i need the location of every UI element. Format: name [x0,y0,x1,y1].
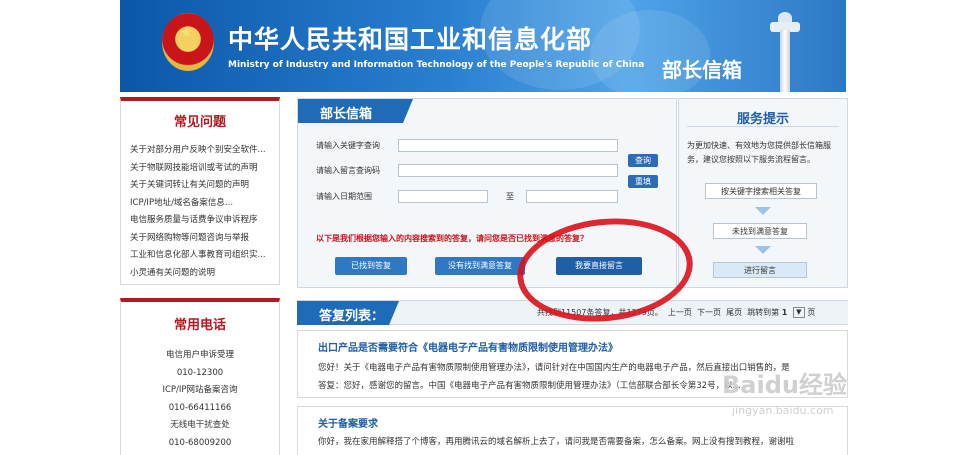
phone-label: 无线电干扰查处 [170,420,230,430]
date-start-input[interactable] [398,190,488,203]
arrow-down-icon [755,207,771,215]
faq-link[interactable]: 关于对部分用户反映个别安全软件... [130,142,279,160]
phones-title: 常用电话 [173,318,226,333]
section-title: 部长信箱 [662,58,742,82]
phone-number: 010-12300 [176,367,224,378]
watermark-main: Baidu经验 [722,371,847,399]
site-subtitle: Ministry of Industry and Information Tec… [228,60,645,70]
huabiao-pillar-icon [770,8,800,92]
phone-label: ICP/IP网站备案咨询 [162,385,238,395]
faq-link[interactable]: 小灵通有关问题的说明 [130,265,279,283]
faq-link[interactable]: 关于网络购物等问题咨询与举报 [130,230,279,248]
phone-number: 010-66411166 [168,402,232,413]
found-answer-button[interactable]: 已找到答复 [335,257,407,275]
prev-page-link[interactable]: 上一页 [668,308,692,317]
next-page-link[interactable]: 下一页 [697,308,721,317]
faq-link[interactable]: 关于物联网技能培训或考试的声明 [130,160,279,178]
keyword-input[interactable] [398,139,618,152]
site-header: ★ 中华人民共和国工业和信息化部 Ministry of Industry an… [120,0,846,92]
faq-link[interactable]: 工业和信息化部人事教育司组织实... [130,247,279,265]
service-description: 为更加快速、有效地为您提供部长信箱服务，建议您按照以下服务流程留言。 [687,141,831,164]
date-label: 请输入日期范围 [316,192,372,201]
code-input[interactable] [398,164,618,177]
search-button[interactable]: 查询 [628,154,658,167]
watermark-url: jingyan.baidu.com [732,404,834,417]
not-found-button[interactable]: 没有找到满意答复 [435,257,525,275]
last-page-link[interactable]: 尾页 [726,308,742,317]
page-suffix: 页 [807,308,816,317]
phone-label: 电信用户申诉受理 [165,350,234,360]
step-leave-message: 进行留言 [713,262,807,278]
answer-title-link[interactable]: 关于备案要求 [318,415,378,430]
step-search: 按关键字搜索相关答复 [705,183,817,199]
answer-list-tab: 答复列表： [297,301,399,325]
minister-tab: 部长信箱 [298,99,413,123]
date-end-input[interactable] [526,190,618,203]
faq-link[interactable]: 关于关键词转让有关问题的声明 [130,177,279,195]
service-tips-panel: 服务提示 为更加快速、有效地为您提供部长信箱服务，建议您按照以下服务流程留言。 … [678,98,848,288]
site-title[interactable]: 中华人民共和国工业和信息化部 [228,20,592,56]
divider [687,126,839,127]
page: ★ 中华人民共和国工业和信息化部 Ministry of Industry an… [0,0,960,455]
keyword-label: 请输入关键字查询 [316,141,380,150]
service-title: 服务提示 [736,112,789,127]
reset-button[interactable]: 重填 [628,175,658,188]
answer-question: 你好，我在家用解释搭了个博客，再用腾讯云的域名解析上去了，请问我是否需要备案，怎… [318,437,795,447]
faq-title: 常见问题 [173,115,226,130]
baidu-watermark: Baidu经验 jingyan.baidu.com [722,365,852,425]
phones-panel: 常用电话 电信用户申诉受理 010-12300 ICP/IP网站备案咨询 010… [120,298,280,455]
faq-link[interactable]: 电信服务质量与话费争议申诉程序 [130,212,279,230]
answer-title-link[interactable]: 出口产品是否需要符合《电器电子产品有害物质限制使用管理办法》 [318,339,618,354]
phone-number: 010-68009200 [168,437,232,448]
page-number: 1 [781,308,788,317]
faq-link[interactable]: ICP/IP地址/域名备案信息... [130,195,279,213]
arrow-down-icon [755,246,771,254]
code-label: 请输入留言查询码 [316,166,380,175]
jump-label: 跳转到第 [747,308,780,317]
national-emblem-icon: ★ [162,13,214,71]
faq-panel: 常见问题 关于对部分用户反映个别安全软件... 关于物联网技能培训或考试的声明 … [120,97,280,285]
page-select-dropdown[interactable]: ▼ [792,307,805,318]
date-to-label: 至 [506,192,514,201]
step-not-found: 未找到满意答复 [713,223,807,239]
